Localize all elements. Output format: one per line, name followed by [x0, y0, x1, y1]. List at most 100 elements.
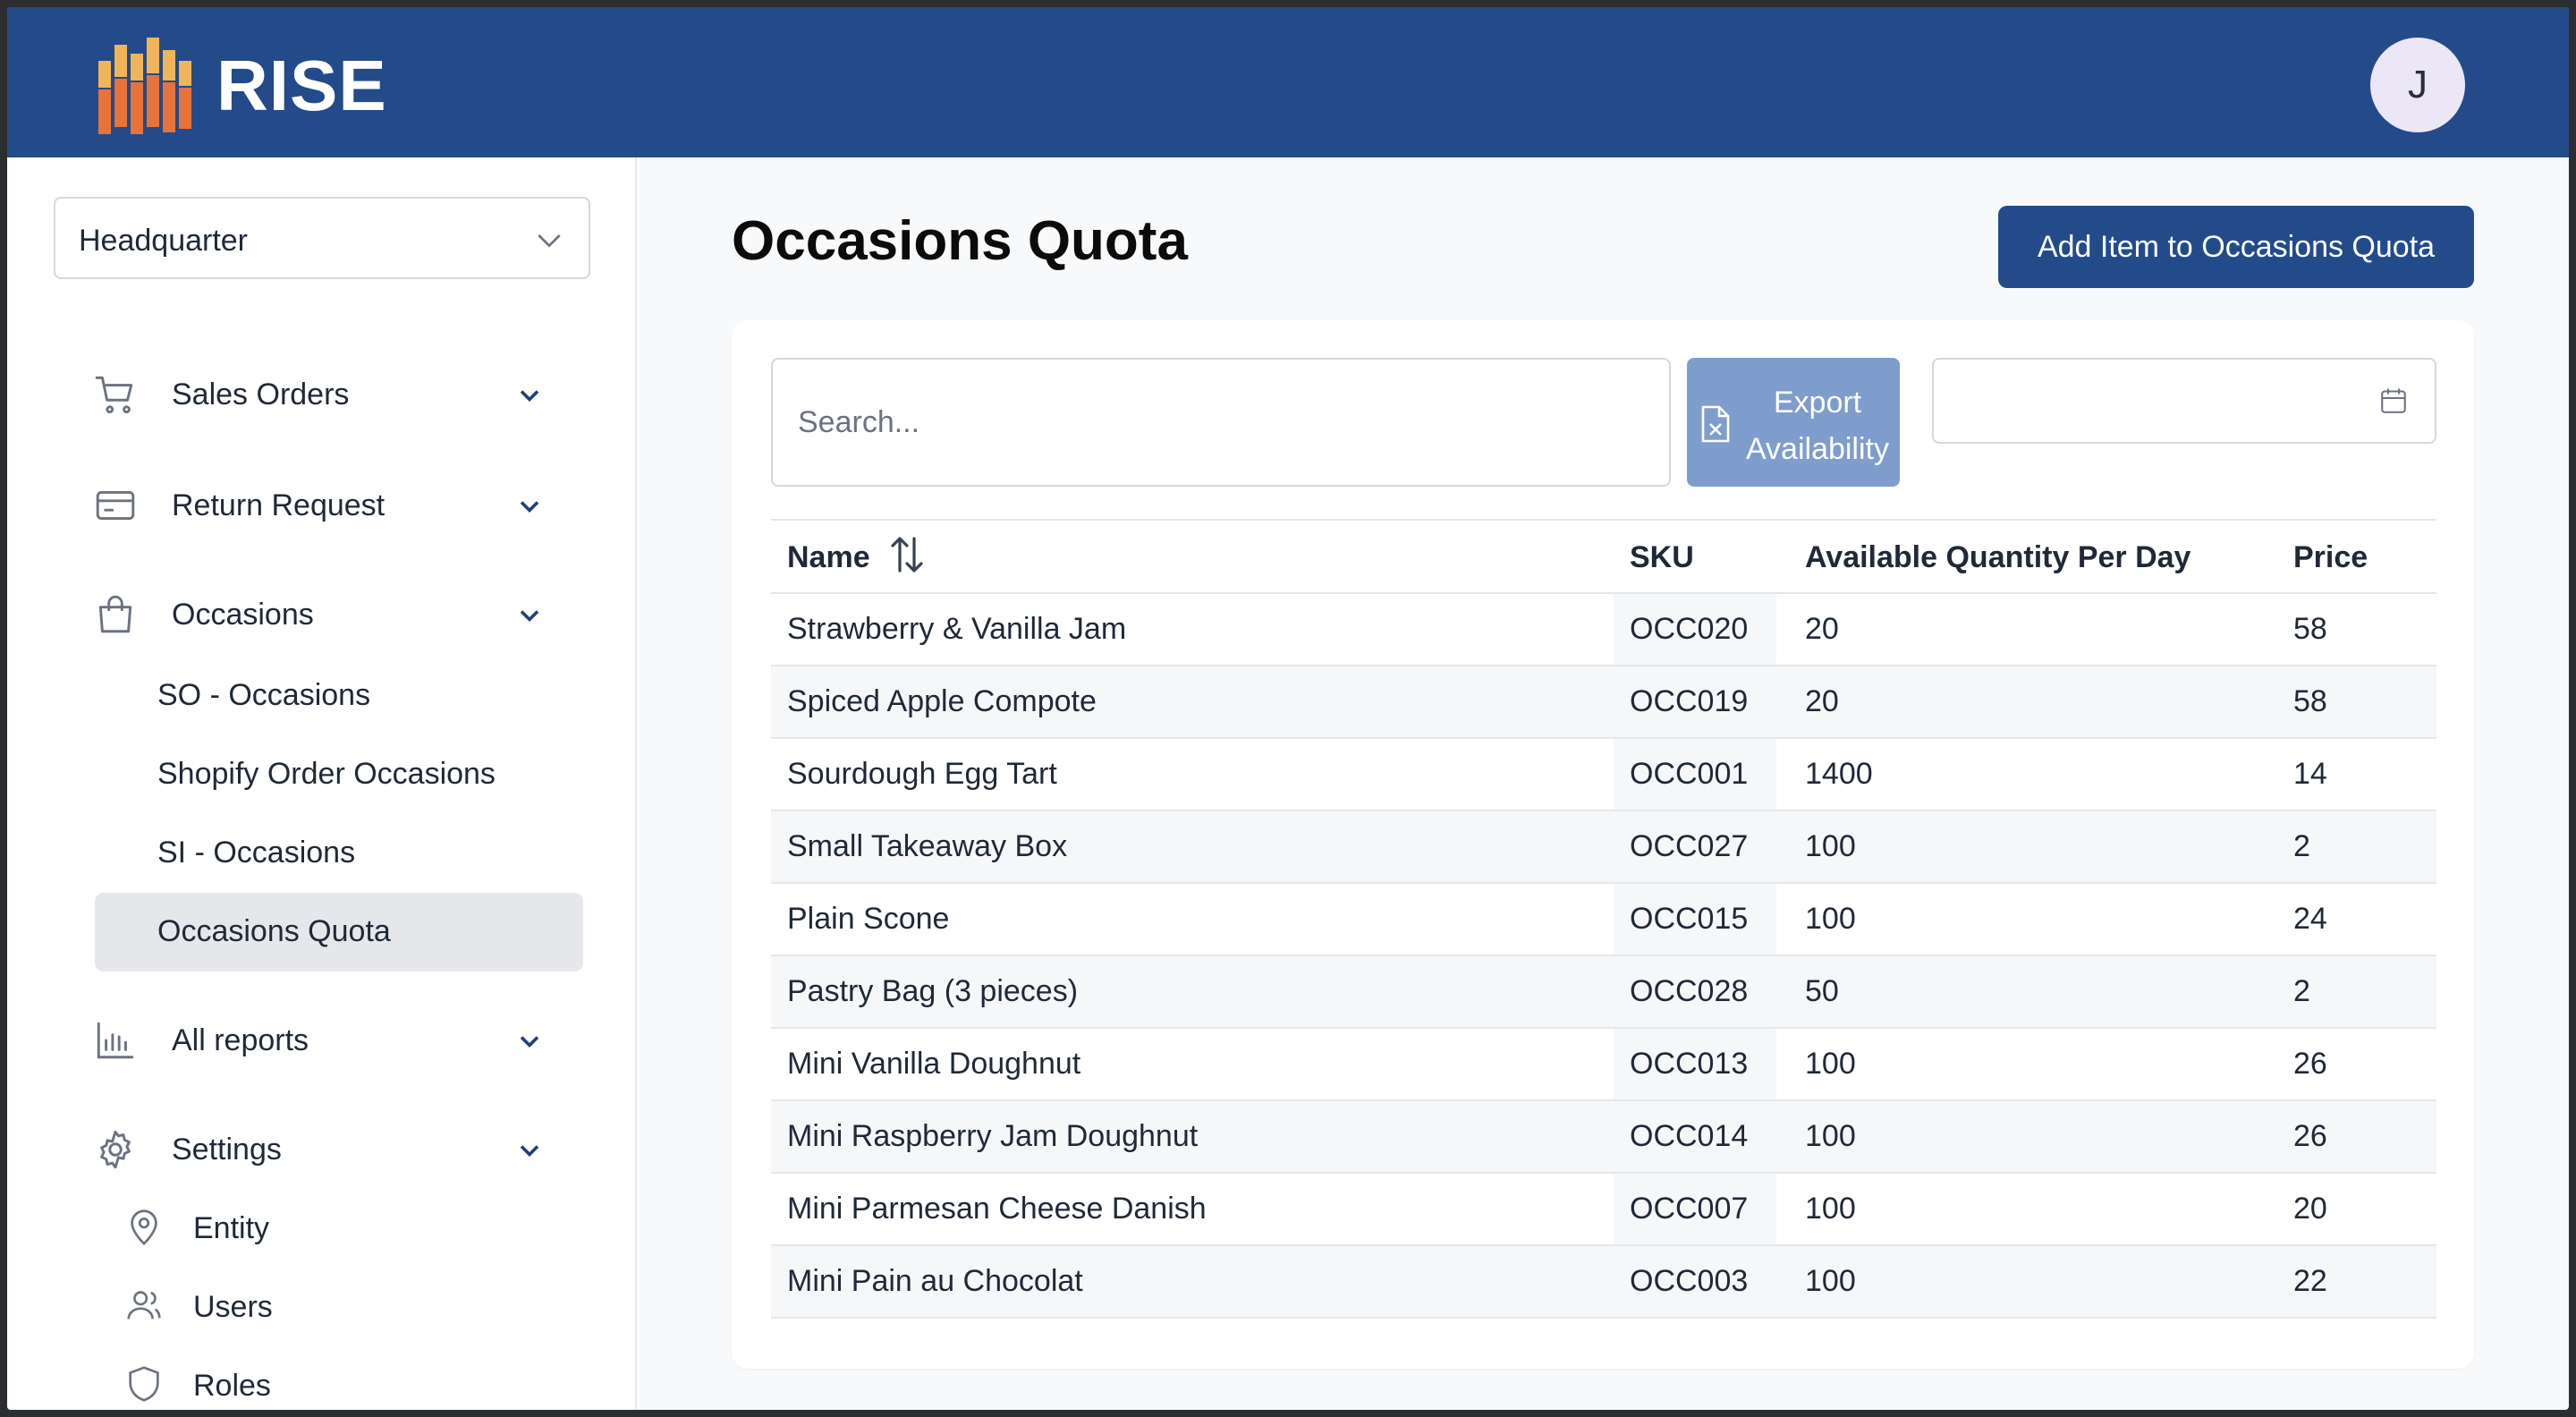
chevron-down-icon[interactable] — [513, 490, 546, 522]
nav-label: Settings — [172, 1133, 282, 1167]
cell-price: 58 — [2293, 612, 2327, 646]
cell-quantity: 100 — [1805, 902, 1856, 936]
page-title: Occasions Quota — [732, 210, 1188, 272]
nav-label: Sales Orders — [172, 378, 350, 412]
user-avatar[interactable]: J — [2370, 38, 2465, 132]
cell-name: Sourdough Egg Tart — [787, 757, 1057, 791]
sidebar-item-entity[interactable]: Entity — [123, 1202, 571, 1256]
table-row[interactable]: Sourdough Egg Tart OCC001 1400 14 — [771, 739, 2436, 811]
cell-sku: OCC020 — [1630, 612, 1749, 646]
cell-name: Mini Pain au Chocolat — [787, 1264, 1083, 1298]
users-icon — [127, 1291, 161, 1319]
chevron-down-icon[interactable] — [513, 1134, 546, 1167]
cell-name: Mini Parmesan Cheese Danish — [787, 1192, 1207, 1226]
add-item-button[interactable]: Add Item to Occasions Quota — [1998, 206, 2474, 288]
table-body: Strawberry & Vanilla Jam OCC020 20 58 Spiced… — [771, 594, 2436, 1319]
sidebar-item-shopify-order-occasions[interactable]: Shopify Order Occasions — [93, 735, 587, 814]
export-button-label: Export Availability — [1745, 386, 1889, 466]
table-header: Name SKU Available Quantity Per Day Pric… — [771, 519, 2436, 594]
cell-price: 24 — [2293, 902, 2327, 936]
cell-sku: OCC001 — [1630, 757, 1749, 791]
cell-name: Small Takeaway Box — [787, 829, 1068, 863]
cell-quantity: 100 — [1805, 1264, 1856, 1298]
sidebar: Headquarter Sales Orders Return Request … — [7, 157, 637, 1410]
cell-sku: OCC014 — [1630, 1119, 1749, 1153]
chevron-down-icon[interactable] — [513, 379, 546, 412]
cell-price: 2 — [2293, 974, 2310, 1008]
cell-quantity: 50 — [1805, 974, 1839, 1008]
quota-table: Name SKU Available Quantity Per Day Pric… — [771, 519, 2436, 1319]
column-header-quantity[interactable]: Available Quantity Per Day — [1805, 540, 2190, 575]
cell-price: 26 — [2293, 1047, 2327, 1081]
search-input[interactable] — [771, 358, 1671, 487]
cell-sku: OCC003 — [1630, 1264, 1749, 1298]
column-header-sku[interactable]: SKU — [1630, 540, 1694, 575]
table-row[interactable]: Plain Scone OCC015 100 24 — [771, 884, 2436, 956]
sidebar-item-occasions-quota[interactable]: Occasions Quota — [95, 893, 583, 972]
top-bar: RISE J — [7, 7, 2569, 157]
cell-sku: OCC019 — [1630, 684, 1749, 718]
cell-sku: OCC027 — [1630, 829, 1749, 863]
nav-label: All reports — [172, 1023, 309, 1057]
nav-sales-orders[interactable]: Sales Orders — [93, 369, 576, 422]
cell-quantity: 100 — [1805, 1119, 1856, 1153]
cell-price: 58 — [2293, 684, 2327, 718]
nav-label: Return Request — [172, 488, 386, 522]
cell-name: Pastry Bag (3 pieces) — [787, 974, 1079, 1008]
cell-name: Mini Raspberry Jam Doughnut — [787, 1119, 1199, 1153]
nav-settings[interactable]: Settings — [93, 1124, 576, 1177]
sidebar-item-label: Entity — [193, 1211, 270, 1245]
sidebar-item-roles[interactable]: Roles — [123, 1360, 571, 1410]
sort-icon[interactable] — [889, 535, 925, 574]
sidebar-item-si-occasions[interactable]: SI - Occasions — [93, 814, 587, 893]
shield-icon — [129, 1366, 159, 1402]
cell-quantity: 1400 — [1805, 757, 1873, 791]
cell-sku: OCC028 — [1630, 974, 1749, 1008]
column-header-name[interactable]: Name — [787, 540, 870, 575]
sidebar-item-label: Users — [193, 1290, 273, 1324]
map-pin-icon — [131, 1209, 157, 1245]
nav-return-request[interactable]: Return Request — [93, 479, 576, 533]
cell-sku: OCC015 — [1630, 902, 1749, 936]
table-row[interactable]: Pastry Bag (3 pieces) OCC028 50 2 — [771, 956, 2436, 1029]
bar-chart-icon — [97, 1022, 134, 1059]
gear-icon — [100, 1130, 131, 1169]
nav-occasions[interactable]: Occasions — [93, 589, 576, 642]
calendar-icon — [2381, 388, 2406, 413]
cell-quantity: 20 — [1805, 612, 1839, 646]
chevron-down-icon[interactable] — [513, 599, 546, 632]
date-picker[interactable] — [1932, 358, 2436, 444]
branch-select-value: Headquarter — [79, 224, 249, 258]
table-row[interactable]: Mini Vanilla Doughnut OCC013 100 26 — [771, 1029, 2436, 1101]
table-row[interactable]: Mini Raspberry Jam Doughnut OCC014 100 26 — [771, 1101, 2436, 1174]
cell-price: 20 — [2293, 1192, 2327, 1226]
column-header-price[interactable]: Price — [2293, 540, 2368, 575]
sidebar-item-so-occasions[interactable]: SO - Occasions — [93, 657, 587, 735]
cart-icon — [95, 376, 133, 414]
cell-name: Strawberry & Vanilla Jam — [787, 612, 1127, 646]
export-availability-button[interactable]: Export Availability — [1687, 358, 1900, 487]
branch-select[interactable]: Headquarter — [54, 197, 590, 279]
cell-name: Mini Vanilla Doughnut — [787, 1047, 1081, 1081]
table-row[interactable]: Spiced Apple Compote OCC019 20 58 — [771, 666, 2436, 739]
table-row[interactable]: Strawberry & Vanilla Jam OCC020 20 58 — [771, 594, 2436, 666]
cell-quantity: 100 — [1805, 1047, 1856, 1081]
cell-quantity: 100 — [1805, 1192, 1856, 1226]
rise-logo[interactable] — [95, 34, 199, 138]
cell-price: 22 — [2293, 1264, 2327, 1298]
chevron-down-icon[interactable] — [513, 1025, 546, 1057]
sidebar-item-users[interactable]: Users — [123, 1281, 571, 1335]
cell-sku: OCC007 — [1630, 1192, 1749, 1226]
cell-name: Spiced Apple Compote — [787, 684, 1097, 718]
card-icon — [96, 490, 135, 521]
cell-price: 14 — [2293, 757, 2327, 791]
excel-file-icon — [1701, 405, 1730, 443]
sidebar-item-label: Roles — [193, 1369, 271, 1403]
table-row[interactable]: Mini Parmesan Cheese Danish OCC007 100 20 — [771, 1174, 2436, 1246]
cell-price: 26 — [2293, 1119, 2327, 1153]
table-row[interactable]: Mini Pain au Chocolat OCC003 100 22 — [771, 1246, 2436, 1319]
sidebar-item-label: Occasions Quota — [157, 914, 391, 948]
chevron-down-icon — [538, 234, 561, 248]
nav-all-reports[interactable]: All reports — [93, 1014, 576, 1068]
table-row[interactable]: Small Takeaway Box OCC027 100 2 — [771, 811, 2436, 884]
